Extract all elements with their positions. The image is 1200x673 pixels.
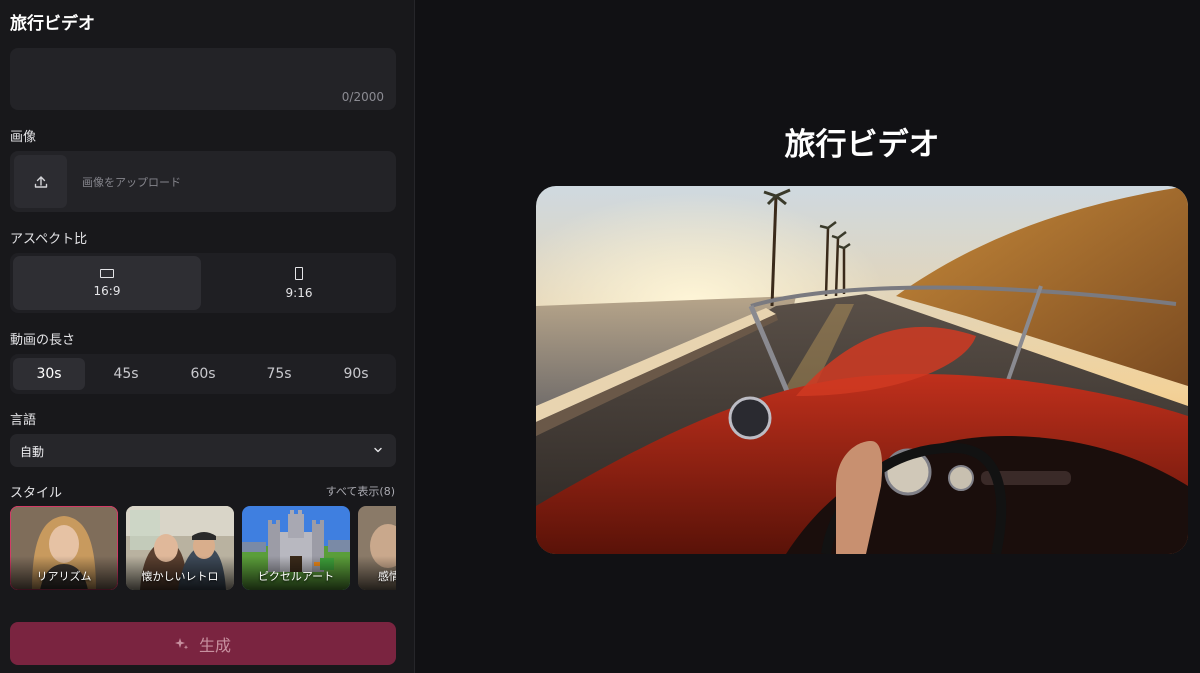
char-counter: 0/2000 [341, 90, 384, 104]
aspect-ratio-selector: 16:9 9:16 [10, 253, 396, 313]
chevron-down-icon [374, 447, 382, 453]
style-card-pixel-art[interactable]: ピクセルアート [242, 506, 350, 590]
upload-placeholder: 画像をアップロード [82, 176, 181, 189]
style-label: スタイル [10, 486, 63, 501]
image-label: 画像 [10, 130, 37, 145]
panel-title: 旅行ビデオ [10, 14, 95, 34]
image-upload-area[interactable]: 画像をアップロード [10, 151, 396, 212]
style-card-retro[interactable]: 懐かしいレトロ [126, 506, 234, 590]
language-value: 自動 [20, 445, 45, 459]
preview-title: 旅行ビデオ [784, 127, 940, 163]
duration-label: 動画の長さ [10, 333, 76, 348]
prompt-textarea[interactable]: 0/2000 [10, 48, 396, 110]
duration-option-45s[interactable]: 45s [90, 358, 162, 390]
duration-option-30s[interactable]: 30s [13, 358, 85, 390]
aspect-option-label: 16:9 [93, 283, 121, 298]
style-card-label: 懐かしいレトロ [141, 570, 219, 583]
aspect-option-16-9[interactable]: 16:9 [13, 256, 201, 310]
upload-icon[interactable] [14, 155, 67, 208]
see-all-styles-link[interactable]: すべて表示(8) [326, 483, 395, 499]
sparkle-icon [174, 637, 189, 649]
preview-image [536, 186, 1188, 554]
aspect-ratio-label: アスペクト比 [10, 232, 88, 247]
landscape-icon [100, 268, 114, 278]
generate-button-label: 生成 [198, 635, 231, 655]
settings-panel: 旅行ビデオ 0/2000 画像 画像をアップロード アスペクト比 16:9 9:… [0, 0, 415, 673]
style-card-label: ピクセルアート [257, 570, 335, 583]
language-select[interactable]: 自動 [10, 434, 396, 467]
aspect-option-label: 9:16 [285, 285, 313, 300]
generate-button[interactable]: 生成 [10, 622, 396, 665]
portrait-icon [295, 266, 303, 280]
style-card-emotion[interactable]: 感情 [358, 506, 396, 590]
style-card-realism[interactable]: リアリズム [10, 506, 118, 590]
preview-illustration [536, 186, 1188, 554]
duration-option-90s[interactable]: 90s [320, 358, 392, 390]
duration-option-75s[interactable]: 75s [243, 358, 315, 390]
duration-option-60s[interactable]: 60s [167, 358, 239, 390]
aspect-option-9-16[interactable]: 9:16 [205, 256, 393, 310]
duration-selector: 30s 45s 60s 75s 90s [10, 354, 396, 394]
language-label: 言語 [10, 413, 37, 428]
style-card-label: リアリズム [36, 570, 92, 583]
style-carousel: リアリズム 懐かしいレトロ ピクセルアート 感情 [10, 506, 396, 590]
style-card-label: 感情 [378, 570, 396, 583]
